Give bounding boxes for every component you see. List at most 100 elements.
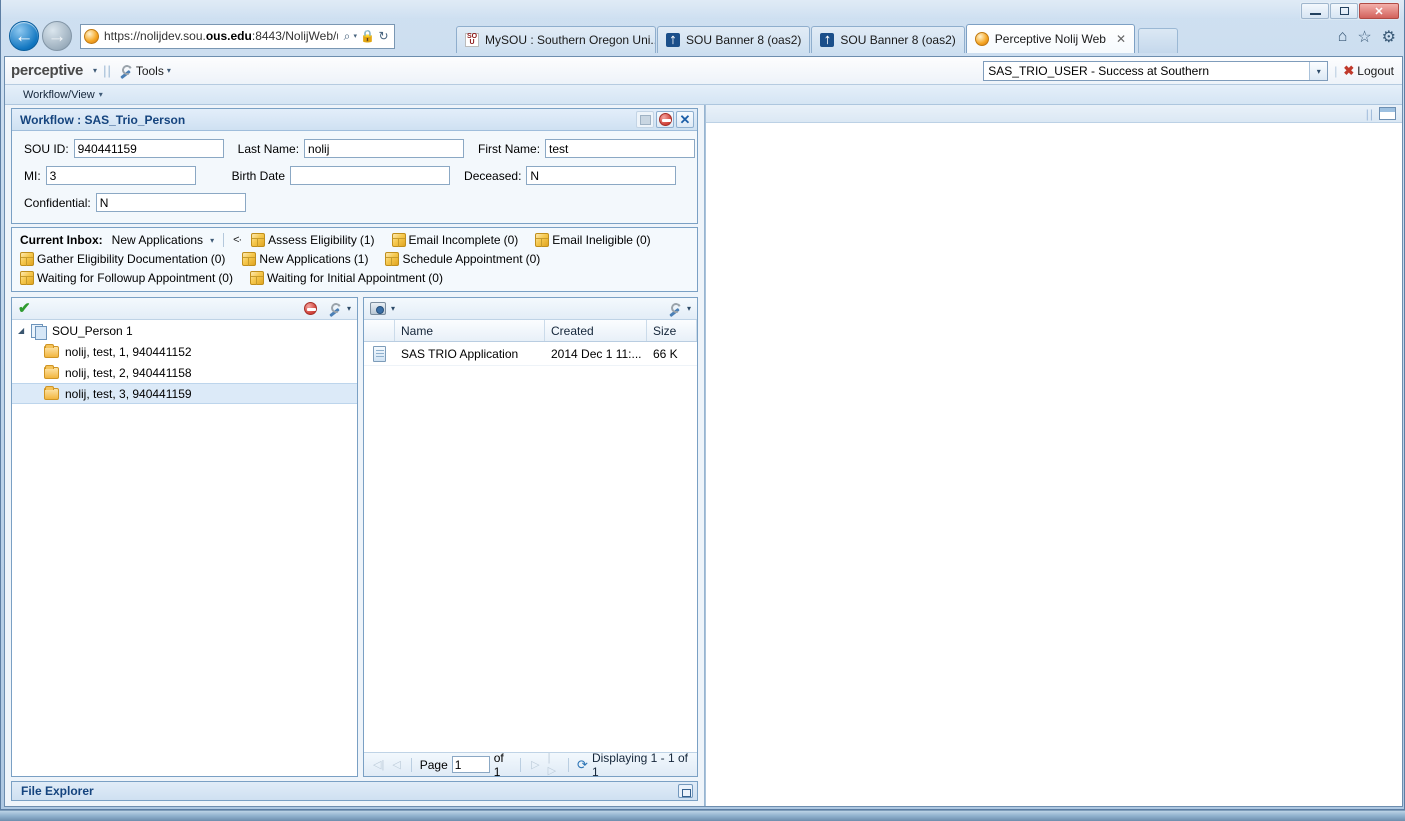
tools-menu[interactable]: Tools ▾: [118, 64, 171, 78]
chevron-down-icon[interactable]: ▾: [1309, 62, 1328, 80]
workflow-form: SOU ID: Last Name: First Name: MI: Birth…: [12, 131, 697, 223]
previous-page-button[interactable]: ◁: [390, 758, 402, 771]
queue-gather-eligibility-documentation[interactable]: Gather Eligibility Documentation (0): [20, 252, 225, 266]
table-row[interactable]: SAS TRIO Application 2014 Dec 1 11:... 6…: [364, 342, 697, 366]
chart-button[interactable]: [636, 111, 654, 128]
inbox-selected-value: New Applications: [111, 233, 204, 247]
close-window-button[interactable]: ✕: [1359, 3, 1399, 19]
tree-body: ◢ SOU_Person 1 nolij, test, 1, 940441152: [12, 320, 357, 776]
chevron-down-icon[interactable]: ▾: [347, 304, 351, 313]
queue-waiting-for-followup-appointment[interactable]: Waiting for Followup Appointment (0): [20, 271, 233, 285]
forward-button[interactable]: →: [42, 21, 72, 51]
search-icon[interactable]: ⌕: [339, 29, 354, 44]
minimize-button[interactable]: [1301, 3, 1329, 19]
toolbar-divider: ||: [1365, 106, 1374, 121]
refresh-icon[interactable]: ⟳: [577, 757, 588, 773]
chevron-down-icon[interactable]: ▾: [391, 304, 395, 313]
favorites-star-icon[interactable]: ☆: [1357, 27, 1371, 47]
queue-email-incomplete[interactable]: Email Incomplete (0): [391, 233, 518, 247]
home-icon[interactable]: ⌂: [1338, 28, 1348, 46]
tree-row-child-3[interactable]: nolij, test, 3, 940441159: [12, 383, 357, 404]
file-explorer-bar[interactable]: File Explorer: [11, 781, 698, 801]
previous-queue-button[interactable]: <·: [233, 234, 242, 246]
deceased-field[interactable]: [526, 166, 677, 185]
chevron-down-icon[interactable]: ▾: [353, 32, 357, 40]
queue-box-icon: [249, 271, 264, 285]
document-viewer-pane[interactable]: ||: [705, 105, 1402, 806]
tree-row-child-2[interactable]: nolij, test, 2, 940441158: [12, 362, 357, 383]
birth-date-field[interactable]: [290, 166, 451, 185]
folder-icon: [44, 343, 59, 358]
page-of-label: of 1: [493, 750, 504, 779]
document-icon: [373, 345, 386, 362]
queue-count: (0): [525, 252, 541, 266]
page-label: Page: [419, 757, 448, 772]
form-row-2: MI: Birth Date Deceased:: [24, 166, 689, 185]
divider: [568, 757, 570, 772]
remove-from-workflow-button[interactable]: [656, 111, 674, 128]
grid-column-icon[interactable]: [364, 320, 395, 341]
sou-id-field[interactable]: [73, 139, 224, 158]
user-context-area: SAS_TRIO_USER - Success at Southern ▾ | …: [983, 61, 1394, 81]
confidential-field[interactable]: [95, 193, 246, 212]
queue-assess-eligibility[interactable]: Assess Eligibility (1): [251, 233, 375, 247]
last-page-button[interactable]: |▷: [546, 752, 560, 777]
main-split: Workflow : SAS_Trio_Person ✕ SOU ID: Las…: [5, 105, 1402, 806]
chevron-down-icon: ▾: [166, 66, 171, 75]
tab-banner-2[interactable]: ᛏ SOU Banner 8 (oas2): [811, 26, 965, 53]
tab-perceptive-nolij-web[interactable]: Perceptive Nolij Web ✕: [965, 24, 1136, 53]
first-page-button[interactable]: ◁|: [371, 758, 386, 771]
queue-count: (0): [218, 271, 233, 285]
chevron-down-icon: ▾: [98, 90, 103, 99]
page-number-input[interactable]: [451, 756, 490, 773]
deceased-label: Deceased:: [464, 168, 522, 183]
tree-row-root[interactable]: ◢ SOU_Person 1: [12, 320, 357, 341]
queue-email-ineligible[interactable]: Email Ineligible (0): [535, 233, 651, 247]
maximize-icon: [1339, 7, 1349, 15]
logout-button[interactable]: ✖ Logout: [1343, 63, 1394, 79]
gear-icon[interactable]: ⚙: [1382, 27, 1396, 47]
maximize-button[interactable]: [1330, 3, 1358, 19]
queue-box-icon: [242, 252, 257, 266]
mi-field[interactable]: [45, 166, 196, 185]
first-name-field[interactable]: [545, 139, 696, 158]
chevron-down-icon[interactable]: ▾: [687, 304, 691, 313]
new-tab-button[interactable]: [1138, 28, 1179, 53]
grid-header-row: Name Created Size: [364, 320, 697, 342]
back-button[interactable]: ←: [9, 21, 39, 51]
approve-checkmark-icon[interactable]: ✔: [18, 301, 31, 316]
last-name-field[interactable]: [304, 139, 465, 158]
document-created-cell: 2014 Dec 1 11:...: [551, 346, 642, 361]
confidential-label: Confidential:: [24, 195, 91, 210]
queue-new-applications[interactable]: New Applications (1): [242, 252, 368, 266]
grid-column-created[interactable]: Created: [545, 320, 647, 341]
no-entry-icon[interactable]: [303, 302, 317, 315]
tab-mysou[interactable]: SO U MySOU : Southern Oregon Uni...: [456, 26, 656, 53]
wrench-icon[interactable]: [327, 302, 342, 316]
viewer-window-icon[interactable]: [1379, 107, 1396, 120]
brand-menu-caret-icon[interactable]: ▾: [93, 66, 97, 75]
tree-row-child-1[interactable]: nolij, test, 1, 940441152: [12, 341, 357, 362]
workflow-panel-header: Workflow : SAS_Trio_Person ✕: [12, 109, 697, 131]
next-page-button[interactable]: ▷: [529, 758, 541, 771]
camera-capture-icon[interactable]: [370, 302, 386, 315]
queue-label: Gather Eligibility Documentation: [37, 252, 208, 266]
grid-column-size[interactable]: Size: [647, 320, 697, 341]
workflow-panel: Workflow : SAS_Trio_Person ✕ SOU ID: Las…: [11, 108, 698, 224]
twisty-icon[interactable]: ◢: [18, 326, 31, 335]
queue-label: Assess Eligibility: [268, 233, 357, 247]
queue-waiting-for-initial-appointment[interactable]: Waiting for Initial Appointment (0): [249, 271, 443, 285]
address-bar[interactable]: https://nolijdev.sou.ous.edu:8443/NolijW…: [80, 23, 395, 49]
inbox-select-dropdown[interactable]: New Applications ▾: [112, 233, 214, 247]
close-workflow-panel-button[interactable]: ✕: [676, 111, 694, 128]
queue-schedule-appointment[interactable]: Schedule Appointment (0): [385, 252, 540, 266]
tab-banner-1[interactable]: ᛏ SOU Banner 8 (oas2): [657, 26, 811, 53]
grid-column-name[interactable]: Name: [395, 320, 545, 341]
restore-panel-icon[interactable]: [678, 784, 693, 798]
user-select-dropdown[interactable]: SAS_TRIO_USER - Success at Southern ▾: [983, 61, 1329, 81]
tab-close-icon[interactable]: ✕: [1116, 32, 1126, 46]
wrench-icon[interactable]: [667, 302, 682, 316]
refresh-icon[interactable]: ↻: [376, 29, 391, 43]
workflow-view-menubar[interactable]: Workflow/View ▾: [5, 85, 1402, 105]
workflow-panel-title: Workflow : SAS_Trio_Person: [20, 112, 186, 127]
